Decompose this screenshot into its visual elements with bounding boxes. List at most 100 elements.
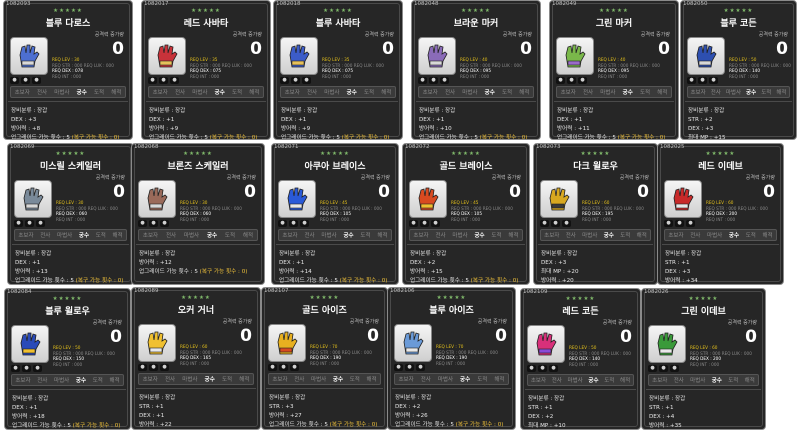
item-flag-icons: ● ● ● bbox=[409, 220, 442, 227]
req-int: REQ INT : 000 bbox=[569, 361, 599, 367]
item-stats: 장비분류 : 장갑 DEX : +1 방어력 : +11 업그레이드 가능 횟수 :… bbox=[557, 107, 665, 139]
job-label: 전사 bbox=[710, 90, 721, 96]
flag-icon: ● bbox=[562, 220, 571, 227]
job-requirements: 초보자 전사 마법사 궁수 도적 해적 bbox=[664, 229, 777, 241]
req-int: REQ INT : 000 bbox=[460, 73, 490, 79]
divider bbox=[278, 101, 398, 102]
upgrade-line: 업그레이드 가능 횟수 : 5 (복구 가능 횟수 : 0) bbox=[269, 421, 377, 429]
job-label: 도적 bbox=[501, 90, 513, 96]
stat-line: STR : +1 bbox=[665, 260, 690, 266]
item-tooltip-card: 1082026 ★★★★★ 그린 이데브 공격력 증가량 0 REQ LEV :… bbox=[641, 288, 766, 430]
stat-line: 장비분류 : 장갑 bbox=[528, 396, 565, 402]
glove-graphic bbox=[403, 331, 424, 355]
upgrade-count: 업그레이드 가능 횟수 : 5 bbox=[395, 422, 454, 428]
requirements: REQ LEV : 35 REQ STR : 000 REQ LUK : 000… bbox=[322, 57, 384, 79]
flag-icon: ● bbox=[25, 220, 34, 227]
flag-icon: ● bbox=[405, 364, 414, 371]
star-rating: ★★★★★ bbox=[599, 8, 629, 14]
glove-graphic bbox=[287, 187, 308, 211]
req-int: REQ INT : 000 bbox=[320, 216, 350, 222]
item-tooltip-card: 1082093 ★★★★★ 블루 다로스 공격력 증가량 0 REQ LEV :… bbox=[3, 0, 133, 140]
job-label: 마법사 bbox=[567, 378, 583, 384]
job-label: 해적 bbox=[620, 378, 631, 384]
attack-increase-label: 공격력 증가량 bbox=[360, 175, 390, 181]
stat-line: DEX : +3 bbox=[541, 260, 567, 266]
star-rating: ★★★★★ bbox=[565, 296, 596, 302]
upgrade-line: 업그레이드 가능 횟수 : 5 (복구 가능 횟수 : 0) bbox=[279, 277, 387, 284]
glove-icon bbox=[664, 180, 702, 218]
requirements: REQ LEV : 60 REQ STR : 000 REQ LUK : 000… bbox=[706, 200, 768, 222]
job-label: 도적 bbox=[363, 90, 375, 96]
item-stats: 장비분류 : 장갑 DEX : +1 방어력 : +10 업그레이드 가능 횟수 :… bbox=[419, 107, 527, 139]
upgrade-line: 업그레이드 가능 횟수 : 5 (복구 가능 횟수 : 0) bbox=[395, 421, 504, 429]
flag-icon: ● bbox=[170, 77, 179, 84]
divider bbox=[136, 388, 256, 389]
stat-line: 방어력 : +34 bbox=[665, 278, 698, 284]
item-name: 블루 윌로우 bbox=[45, 307, 90, 317]
job-label: 전사 bbox=[174, 90, 186, 96]
flag-icon: ● bbox=[148, 77, 157, 84]
attack-increase-label: 공격력 증가량 bbox=[502, 32, 532, 38]
stat-line: 장비분류 : 장갑 bbox=[139, 395, 176, 401]
requirements: REQ LEV : 60 REQ STR : 000 REQ LUK : 000… bbox=[582, 200, 644, 222]
star-rating: ★★★★★ bbox=[323, 8, 353, 14]
job-label: 도적 bbox=[728, 378, 739, 384]
job-label: 도적 bbox=[92, 378, 103, 384]
job-label: 마법사 bbox=[452, 233, 468, 239]
attack-increase-label: 공격력 증가량 bbox=[92, 320, 122, 326]
item-id: 1082109 bbox=[523, 289, 548, 295]
flag-icon: ● bbox=[429, 77, 438, 84]
job-label: 해적 bbox=[249, 90, 260, 96]
stat-line: 방어력 : +22 bbox=[139, 422, 172, 428]
job-label: 전사 bbox=[444, 90, 456, 96]
glove-icon bbox=[14, 180, 52, 218]
item-id: 1082018 bbox=[276, 1, 301, 7]
flag-icon: ● bbox=[32, 77, 41, 84]
job-label: 도적 bbox=[221, 377, 233, 383]
item-flag-icons: ● ● ● bbox=[394, 364, 427, 371]
attack-increase-label: 공격력 증가량 bbox=[745, 175, 775, 181]
stat-line: 장비분류 : 장갑 bbox=[12, 396, 49, 402]
item-stats: 장비분류 : 장갑 DEX : +1 방어력 : +9 업그레이드 가능 횟수 : … bbox=[281, 107, 389, 140]
job-label: 초보자 bbox=[152, 90, 168, 96]
item-name: 블루 코든 bbox=[720, 19, 757, 29]
stat-line: 최대 MP : +10 bbox=[528, 423, 566, 429]
job-label: 해적 bbox=[239, 377, 250, 383]
item-flag-icons: ● ● ● bbox=[527, 365, 560, 372]
item-flag-icons: ● ● ● bbox=[648, 365, 681, 372]
restore-count: (복구 가능 횟수 : 0) bbox=[455, 422, 504, 428]
flag-icon: ● bbox=[540, 220, 549, 227]
upgrade-count: 업그레이드 가능 횟수 : 5 bbox=[281, 135, 340, 140]
glove-graphic bbox=[696, 44, 717, 68]
upgrade-count: 업그레이드 가능 횟수 : 5 bbox=[12, 423, 71, 429]
glove-graphic bbox=[147, 331, 168, 355]
item-stats: 장비분류 : 장갑 DEX : +3 방어력 : +8 업그레이드 가능 횟수 : … bbox=[11, 107, 119, 139]
job-label: 마법사 bbox=[437, 377, 454, 383]
job-label: 전사 bbox=[294, 377, 305, 383]
job-requirements: 초보자 전사 마법사 궁수 도적 해적 bbox=[556, 86, 672, 98]
flag-icon: ● bbox=[675, 220, 684, 227]
glove-icon bbox=[687, 37, 725, 75]
stat-line: 장비분류 : 장갑 bbox=[395, 395, 432, 401]
job-label: 전사 bbox=[40, 233, 51, 239]
job-label: 마법사 bbox=[725, 90, 742, 96]
attack-increase-value: 0 bbox=[658, 39, 670, 59]
stat-line: DEX : +1 bbox=[15, 260, 41, 266]
flag-icon: ● bbox=[21, 77, 30, 84]
item-stats: 장비분류 : 장갑 DEX : +1 방어력 : +13 업그레이드 가능 횟수 :… bbox=[15, 250, 123, 284]
stat-line: STR : +1 bbox=[528, 405, 553, 411]
item-tooltip-card: 1082073 ★★★★★ 다크 윌로우 공격력 증가량 0 REQ LEV :… bbox=[533, 143, 658, 285]
glove-icon bbox=[540, 180, 578, 218]
requirements: REQ LEV : 45 REQ STR : 000 REQ LUK : 000… bbox=[451, 200, 513, 222]
job-label: 도적 bbox=[745, 233, 756, 239]
divider bbox=[416, 101, 536, 102]
attack-increase-value: 0 bbox=[620, 327, 632, 347]
item-tooltip-card: 1082048 ★★★★★ 브라운 마커 공격력 증가량 0 REQ LEV :… bbox=[411, 0, 541, 140]
requirements: REQ LEV : 30 REQ STR : 000 REQ LUK : 000… bbox=[56, 200, 118, 222]
divider bbox=[136, 244, 260, 245]
item-stats: 장비분류 : 장갑 STR : +3 방어력 : +27 업그레이드 가능 횟수 :… bbox=[269, 394, 377, 429]
divider bbox=[525, 389, 636, 390]
job-label: 초보자 bbox=[284, 90, 300, 96]
stat-line: DEX : +3 bbox=[665, 269, 691, 275]
job-label: 전사 bbox=[306, 90, 318, 96]
